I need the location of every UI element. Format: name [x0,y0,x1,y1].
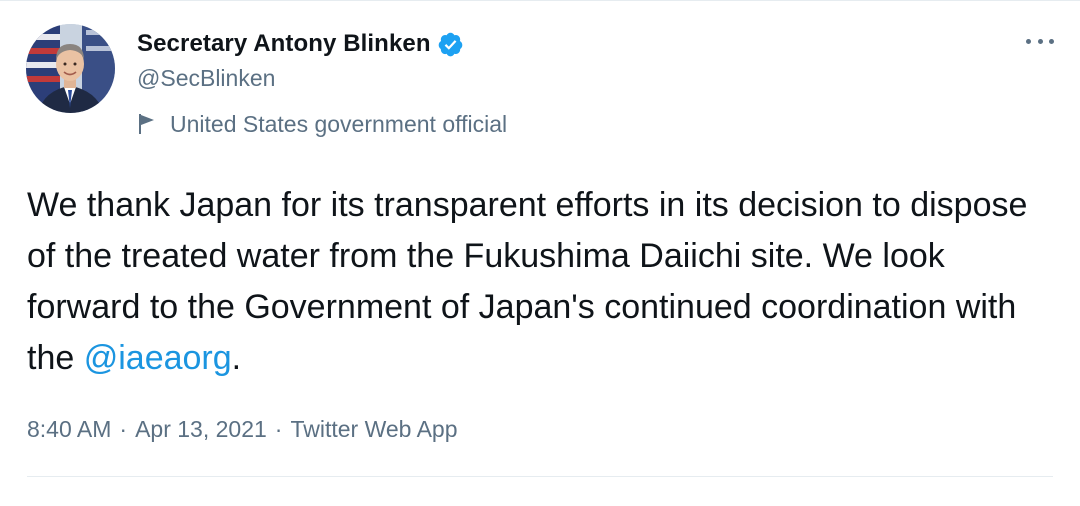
top-divider [0,0,1080,1]
bottom-divider [27,476,1053,477]
more-dot [1026,38,1031,44]
meta-separator: · [274,415,283,442]
government-label: United States government official [137,109,507,139]
tweet-text: We thank Japan for its transparent effor… [27,180,1047,384]
verified-badge-icon [438,32,462,56]
tweet-card: Secretary Antony Blinken @SecBlinken Uni… [0,0,1080,506]
display-name[interactable]: Secretary Antony Blinken [137,30,431,58]
name-row: Secretary Antony Blinken [137,28,507,60]
avatar[interactable] [26,24,115,113]
tweet-source[interactable]: Twitter Web App [290,416,457,443]
tweet-date[interactable]: Apr 13, 2021 [135,416,267,443]
avatar-image [26,24,115,113]
more-dot [1049,38,1054,44]
tweet-header: Secretary Antony Blinken @SecBlinken Uni… [137,28,507,139]
flag-icon [139,114,154,134]
more-options-icon[interactable] [1026,34,1054,48]
tweet-text-end: . [231,339,242,377]
tweet-time[interactable]: 8:40 AM [27,416,111,443]
tweet-metadata: 8:40 AM · Apr 13, 2021 · Twitter Web App [27,411,458,447]
government-label-text: United States government official [170,110,508,137]
user-handle[interactable]: @SecBlinken [137,63,507,93]
mention-link[interactable]: @iaeaorg [84,339,232,377]
meta-separator: · [119,415,128,442]
more-dot [1037,38,1043,44]
